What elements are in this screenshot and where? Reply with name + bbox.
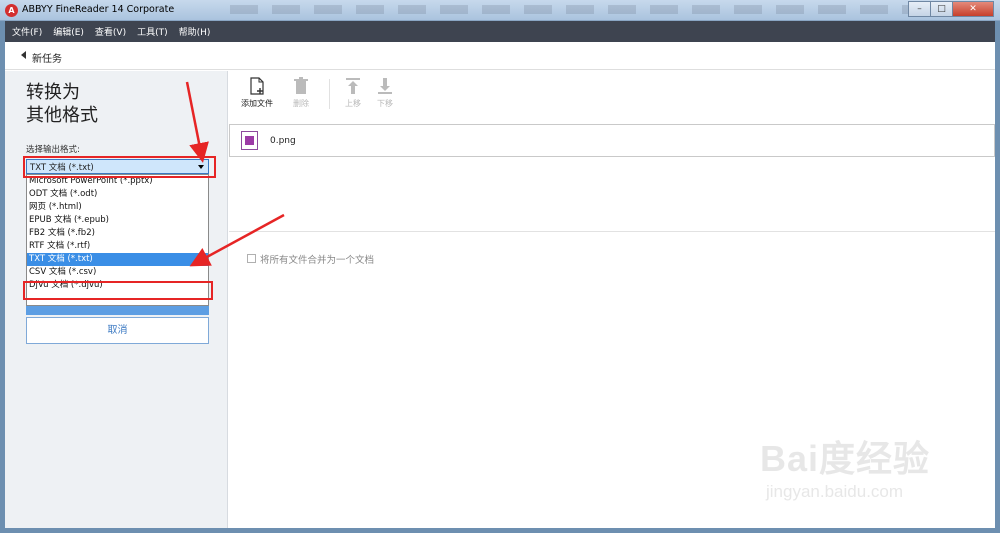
- move-up-icon: [346, 78, 360, 94]
- dropdown-highlight-footer: [26, 306, 209, 315]
- file-name: 0.png: [270, 136, 296, 146]
- move-down-button[interactable]: 下移: [365, 77, 405, 109]
- window-controls: – □ ✕: [908, 1, 994, 17]
- delete-button[interactable]: 删除: [281, 77, 321, 109]
- menu-bar: 文件(F) 编辑(E) 查看(V) 工具(T) 帮助(H): [5, 21, 995, 42]
- baidu-watermark: Bai度经验 jingyan.baidu.com: [760, 430, 990, 515]
- window-title: ABBYY FineReader 14 Corporate: [22, 4, 175, 15]
- title-bar: A ABBYY FineReader 14 Corporate – □ ✕: [0, 0, 1000, 21]
- move-down-icon: [378, 78, 392, 94]
- format-option[interactable]: 网页 (*.html): [27, 201, 208, 214]
- move-up-label: 上移: [345, 99, 361, 108]
- format-option[interactable]: RTF 文档 (*.rtf): [27, 240, 208, 253]
- back-arrow-icon[interactable]: [21, 51, 26, 59]
- page-title: 转换为 其他格式: [26, 82, 98, 126]
- annotation-box-txt-option: [23, 281, 213, 300]
- menu-file[interactable]: 文件(F): [12, 25, 42, 38]
- cancel-button[interactable]: 取消: [26, 317, 209, 344]
- new-task-link[interactable]: 新任务: [32, 50, 62, 65]
- menu-tools[interactable]: 工具(T): [137, 25, 168, 38]
- format-option[interactable]: ODT 文档 (*.odt): [27, 188, 208, 201]
- file-list-item[interactable]: 0.png: [229, 124, 995, 157]
- abbyy-app-icon: A: [5, 4, 18, 17]
- menu-help[interactable]: 帮助(H): [179, 25, 211, 38]
- add-file-label: 添加文件: [241, 99, 273, 108]
- watermark-url: jingyan.baidu.com: [766, 482, 904, 501]
- section-divider: [229, 231, 995, 232]
- add-file-icon: [250, 77, 264, 95]
- format-option[interactable]: EPUB 文档 (*.epub): [27, 214, 208, 227]
- format-option[interactable]: CSV 文档 (*.csv): [27, 266, 208, 279]
- menu-view[interactable]: 查看(V): [95, 25, 126, 38]
- annotation-box-select: [23, 156, 216, 178]
- add-file-button[interactable]: 添加文件: [237, 77, 277, 109]
- watermark-logo: Bai度经验: [760, 438, 931, 479]
- move-down-label: 下移: [377, 99, 393, 108]
- back-bar: 新任务: [5, 42, 995, 70]
- close-button[interactable]: ✕: [952, 1, 994, 17]
- merge-files-label: 将所有文件合并为一个文档: [260, 255, 375, 266]
- toolbar-separator: [329, 79, 330, 109]
- trash-icon: [294, 77, 308, 94]
- image-file-icon: [241, 131, 258, 150]
- blurred-taskbar-strip: [230, 5, 910, 14]
- merge-files-checkbox[interactable]: [247, 254, 256, 263]
- output-format-label: 选择输出格式:: [26, 145, 80, 155]
- delete-label: 删除: [293, 99, 309, 108]
- maximize-button[interactable]: □: [930, 1, 953, 17]
- menu-edit[interactable]: 编辑(E): [53, 25, 84, 38]
- format-option[interactable]: FB2 文档 (*.fb2): [27, 227, 208, 240]
- settings-pane: 转换为 其他格式 选择输出格式: TXT 文档 (*.txt) Microsof…: [5, 71, 228, 528]
- minimize-button[interactable]: –: [908, 1, 931, 17]
- format-option-highlighted[interactable]: TXT 文档 (*.txt): [27, 253, 208, 266]
